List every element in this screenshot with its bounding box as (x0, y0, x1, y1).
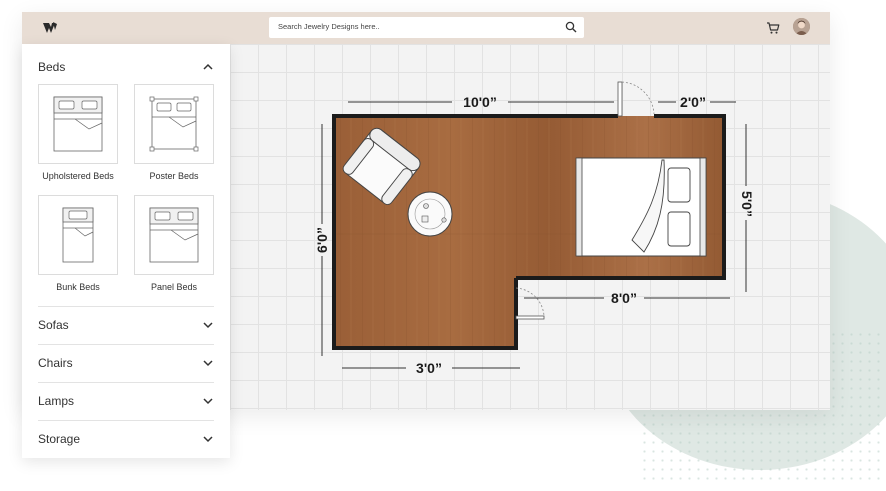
chevron-down-icon[interactable] (202, 357, 214, 369)
upholstered-bed-icon (53, 96, 103, 152)
category-lamps-label: Lamps (38, 394, 75, 408)
floor-plan: 10'0” 2'0” 5'0” 6'0” 8'0” 3'0” (314, 81, 755, 376)
search-bar[interactable]: Search Jewelry Designs here.. (269, 17, 584, 38)
search-input[interactable]: Search Jewelry Designs here.. (278, 22, 380, 31)
bed-option-panel[interactable]: Panel Beds (134, 195, 214, 292)
door-top (617, 81, 655, 117)
chevron-up-icon[interactable] (202, 61, 214, 73)
bed-option-label: Poster Beds (149, 171, 199, 181)
cart-icon[interactable] (766, 21, 780, 35)
dimension-bottom: 3'0” (416, 360, 442, 376)
category-sofas-header[interactable]: Sofas (38, 306, 214, 344)
door-bottom (515, 287, 545, 320)
category-beds-header[interactable]: Beds (38, 48, 214, 86)
category-beds-label: Beds (38, 60, 66, 74)
bed-option-label: Upholstered Beds (42, 171, 114, 181)
dimension-right: 5'0” (739, 191, 755, 217)
furniture-sidebar: Beds Upholstered Beds Poster Beds Bunk B… (22, 44, 230, 458)
bed-option-poster[interactable]: Poster Beds (134, 84, 214, 181)
chevron-down-icon[interactable] (202, 433, 214, 445)
poster-bed-icon (149, 96, 199, 152)
dimension-top: 10'0” (463, 94, 497, 110)
side-table-furniture[interactable] (407, 191, 453, 237)
category-sofas-label: Sofas (38, 318, 69, 332)
upholstered-bed-thumbnail[interactable] (38, 84, 118, 164)
dimension-top-right: 2'0” (680, 94, 706, 110)
bed-option-bunk[interactable]: Bunk Beds (38, 195, 118, 292)
bed-option-upholstered[interactable]: Upholstered Beds (38, 84, 118, 181)
user-avatar[interactable] (793, 18, 810, 35)
bed-option-label: Bunk Beds (56, 282, 100, 292)
bunk-bed-icon (62, 207, 94, 263)
chevron-down-icon[interactable] (202, 319, 214, 331)
floor-plan-canvas[interactable]: 10'0” 2'0” 5'0” 6'0” 8'0” 3'0” (230, 44, 830, 410)
bed-option-label: Panel Beds (150, 282, 198, 292)
category-chairs-header[interactable]: Chairs (38, 344, 214, 382)
category-storage-label: Storage (38, 432, 81, 446)
bed-furniture[interactable] (575, 157, 707, 257)
panel-bed-icon (149, 207, 199, 263)
top-bar: Search Jewelry Designs here.. (22, 12, 830, 44)
dimension-left: 6'0” (314, 227, 330, 253)
avatar-portrait-icon (793, 18, 810, 35)
brand-logo-icon[interactable] (42, 21, 58, 35)
category-lamps-header[interactable]: Lamps (38, 382, 214, 420)
bunk-bed-thumbnail[interactable] (38, 195, 118, 275)
category-chairs-label: Chairs (38, 356, 73, 370)
dimension-inner: 8'0” (611, 290, 637, 306)
poster-bed-thumbnail[interactable] (134, 84, 214, 164)
category-storage-header[interactable]: Storage (38, 420, 214, 458)
search-icon[interactable] (565, 21, 577, 33)
chevron-down-icon[interactable] (202, 395, 214, 407)
panel-bed-thumbnail[interactable] (134, 195, 214, 275)
